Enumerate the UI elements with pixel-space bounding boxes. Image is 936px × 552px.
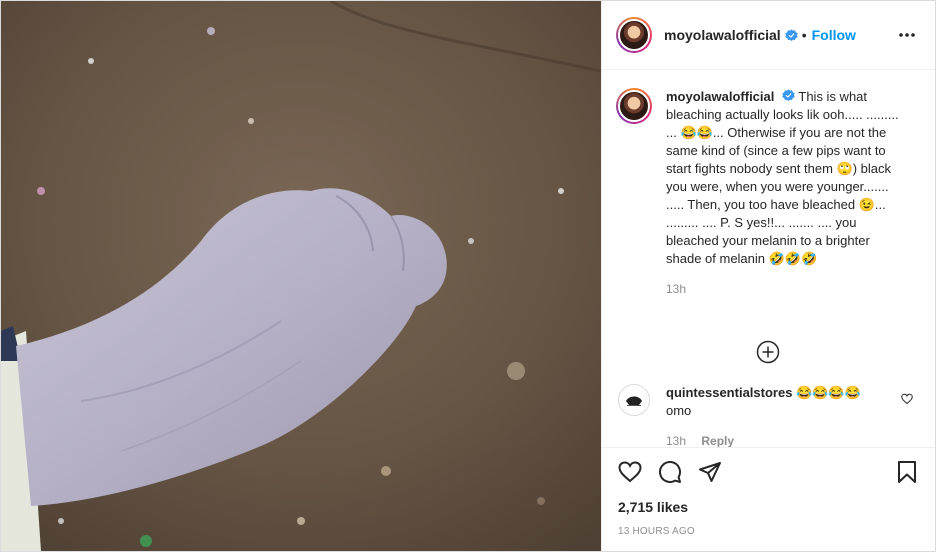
comment-text: omo bbox=[666, 403, 692, 419]
caption-author-avatar[interactable] bbox=[616, 88, 652, 125]
comment-icon[interactable] bbox=[656, 458, 684, 486]
action-icons bbox=[616, 458, 921, 486]
post-timestamp[interactable]: 13 HOURS AGO bbox=[616, 526, 921, 537]
reply-button[interactable]: Reply bbox=[701, 434, 734, 447]
post-photo[interactable] bbox=[1, 1, 601, 551]
caption-row: moyolawalofficial This is what bleaching… bbox=[616, 88, 919, 316]
comment-emoji: 😂😂😂😂 bbox=[796, 385, 861, 401]
hand-on-ground-image bbox=[1, 1, 601, 551]
likes-count[interactable]: 2,715 likes bbox=[616, 499, 921, 515]
header-separator: • bbox=[801, 27, 807, 44]
caption: moyolawalofficial This is what bleaching… bbox=[666, 88, 906, 316]
bookmark-icon[interactable] bbox=[893, 458, 921, 486]
comment-username[interactable]: quintessentialstores bbox=[666, 385, 792, 400]
comment-time[interactable]: 13h bbox=[666, 434, 686, 447]
post-header: moyolawalofficial • Follow bbox=[602, 1, 935, 71]
instagram-post: moyolawalofficial • Follow moyolawaloffi… bbox=[0, 0, 936, 552]
comment-body: quintessentialstores 😂😂😂😂 omo 13h Reply bbox=[666, 384, 861, 447]
author-avatar[interactable] bbox=[616, 17, 652, 54]
post-actions: 2,715 likes 13 HOURS AGO bbox=[602, 446, 935, 551]
comment-item: quintessentialstores 😂😂😂😂 omo 13h Reply bbox=[616, 384, 919, 447]
share-icon[interactable] bbox=[696, 458, 724, 486]
verified-icon bbox=[782, 89, 795, 102]
comments-section[interactable]: moyolawalofficial This is what bleaching… bbox=[602, 70, 935, 447]
author-username[interactable]: moyolawalofficial bbox=[664, 27, 781, 43]
caption-username[interactable]: moyolawalofficial bbox=[666, 89, 774, 104]
more-options-icon[interactable] bbox=[895, 23, 919, 47]
follow-button[interactable]: Follow bbox=[812, 27, 856, 43]
comment-meta: 13h Reply bbox=[666, 432, 861, 447]
verified-icon bbox=[785, 28, 798, 41]
comment-like-heart-icon[interactable] bbox=[901, 392, 913, 410]
caption-time[interactable]: 13h bbox=[666, 280, 906, 298]
load-more-comments-icon[interactable] bbox=[616, 340, 919, 364]
caption-text: This is what bleaching actually looks li… bbox=[666, 89, 899, 267]
commenter-avatar[interactable] bbox=[618, 384, 650, 417]
post-side-panel: moyolawalofficial • Follow moyolawaloffi… bbox=[601, 1, 935, 551]
heart-icon[interactable] bbox=[616, 458, 644, 486]
